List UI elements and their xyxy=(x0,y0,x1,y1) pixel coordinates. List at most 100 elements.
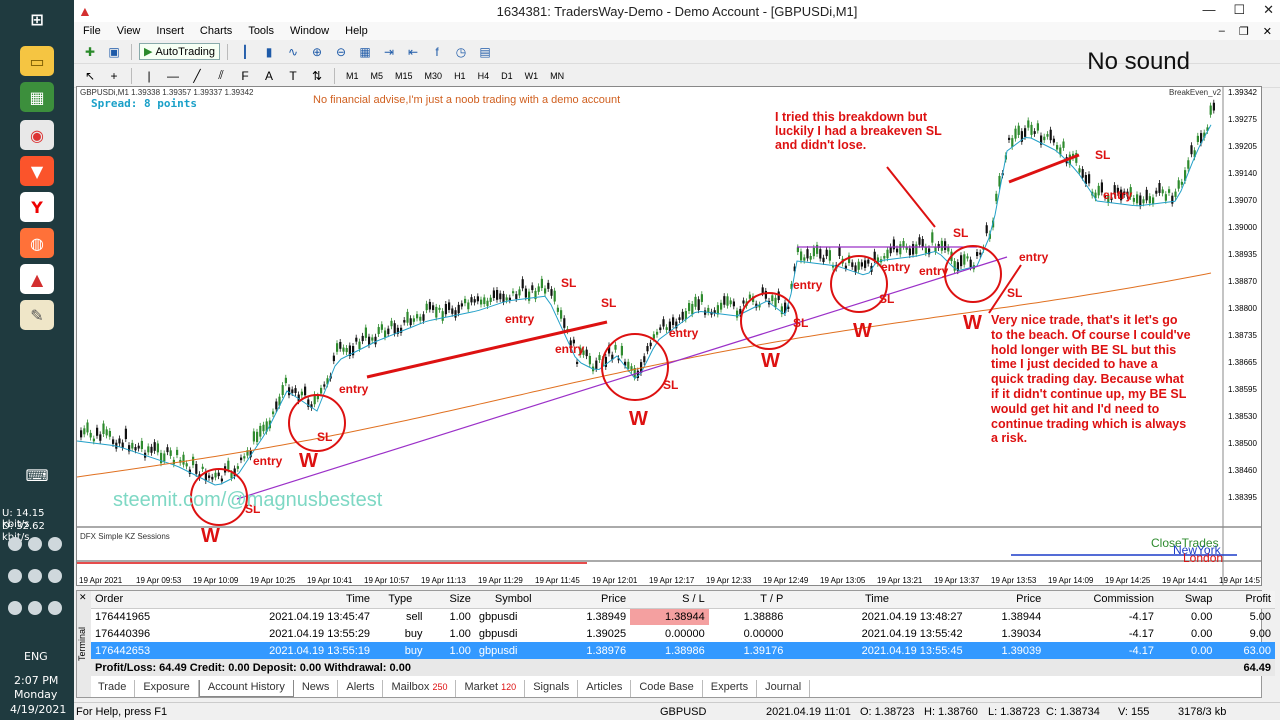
column-header[interactable]: Profit xyxy=(1216,591,1275,609)
firefox-icon[interactable]: ◍ xyxy=(20,228,54,258)
timeframe-h1[interactable]: H1 xyxy=(450,69,470,83)
new-chart-icon[interactable]: ✚ xyxy=(80,43,100,61)
timeframe-d1[interactable]: D1 xyxy=(497,69,517,83)
zoom-in-icon[interactable]: ⊕ xyxy=(307,43,327,61)
profiles-icon[interactable]: ▣ xyxy=(104,43,124,61)
cursor-icon[interactable]: ↖ xyxy=(80,67,100,85)
minimize-icon[interactable]: — xyxy=(1202,2,1215,18)
menu-view[interactable]: View xyxy=(110,25,148,37)
column-header[interactable]: Commission xyxy=(1045,591,1158,609)
column-header[interactable]: Size xyxy=(426,591,475,609)
tray-av-icon[interactable] xyxy=(48,569,62,583)
label-icon[interactable]: T xyxy=(283,67,303,85)
window-minimize-icon[interactable]: – xyxy=(1219,25,1225,37)
indicators-icon[interactable]: f xyxy=(427,43,447,61)
screen: ⊞ ▭ ▦ ◉ ▼ Y ◍ ▲ ✎ ⌨ U: 14.15 kbit/s D: 3… xyxy=(0,0,1280,720)
file-explorer-icon[interactable]: ▭ xyxy=(20,46,54,76)
column-header[interactable]: Price xyxy=(551,591,631,609)
menu-window[interactable]: Window xyxy=(283,25,336,37)
channel-icon[interactable]: ⫽ xyxy=(211,67,231,85)
chart-shift-icon[interactable]: ⇤ xyxy=(403,43,423,61)
window-restore-icon[interactable]: ❐ xyxy=(1239,25,1249,38)
column-header[interactable]: Time xyxy=(787,591,967,609)
tray-cloud-icon[interactable] xyxy=(28,537,42,551)
templates-icon[interactable]: ▤ xyxy=(475,43,495,61)
timeframe-m5[interactable]: M5 xyxy=(367,69,388,83)
column-header[interactable]: Time xyxy=(194,591,375,609)
brave-icon[interactable]: ▼ xyxy=(20,156,54,186)
autoscroll-icon[interactable]: ⇥ xyxy=(379,43,399,61)
column-header[interactable]: T / P xyxy=(708,591,788,609)
autotrading-button[interactable]: ▶ AutoTrading xyxy=(139,43,220,60)
start-icon[interactable]: ⊞ xyxy=(20,4,54,34)
column-header[interactable]: Type xyxy=(374,591,427,609)
tile-windows-icon[interactable]: ▦ xyxy=(355,43,375,61)
periods-icon[interactable]: ◷ xyxy=(451,43,471,61)
column-header[interactable]: Order xyxy=(91,591,195,609)
menu-help[interactable]: Help xyxy=(338,25,375,37)
terminal-tab[interactable]: Market 120 xyxy=(456,680,526,697)
price-chart[interactable]: 1.39342 1.39275 1.39205 1.39140 1.39070 1.390… xyxy=(76,86,1262,586)
candle-body xyxy=(528,291,531,301)
time-tick-label: 19 Apr 12:17 xyxy=(649,576,695,585)
bar-chart-icon[interactable]: ┃ xyxy=(235,43,255,61)
candlestick-icon[interactable]: ▮ xyxy=(259,43,279,61)
line-chart-icon[interactable]: ∿ xyxy=(283,43,303,61)
menu-charts[interactable]: Charts xyxy=(193,25,239,37)
timeframe-m1[interactable]: M1 xyxy=(342,69,363,83)
language-indicator[interactable]: ENG xyxy=(24,650,48,663)
timeframe-mn[interactable]: MN xyxy=(546,69,568,83)
terminal-tab[interactable]: Trade xyxy=(90,680,136,697)
paint-icon[interactable]: ✎ xyxy=(20,300,54,330)
keyboard-icon[interactable]: ⌨ xyxy=(20,464,54,486)
timeframe-h4[interactable]: H4 xyxy=(474,69,494,83)
arrows-icon[interactable]: ⇅ xyxy=(307,67,327,85)
timeframe-w1[interactable]: W1 xyxy=(521,69,543,83)
column-header[interactable]: Swap xyxy=(1157,591,1217,609)
terminal-tab[interactable]: Mailbox 250 xyxy=(383,680,457,697)
tray-battery-icon[interactable] xyxy=(28,601,42,615)
terminal-tab[interactable]: Code Base xyxy=(631,680,703,697)
terminal-tab[interactable]: Journal xyxy=(757,680,811,697)
trendline-icon[interactable]: ╱ xyxy=(187,67,207,85)
terminal-tab[interactable]: Exposure xyxy=(135,680,199,697)
terminal-tab[interactable]: Alerts xyxy=(338,680,384,697)
column-header[interactable]: Price xyxy=(966,591,1046,609)
tray-settings-icon[interactable] xyxy=(8,537,22,551)
clock-time[interactable]: 2:07 PM xyxy=(14,674,58,687)
terminal-tab[interactable]: Articles xyxy=(578,680,632,697)
tray-app-icon[interactable] xyxy=(48,537,62,551)
traderway-icon[interactable]: ▲ xyxy=(20,264,54,294)
menu-file[interactable]: File xyxy=(76,25,108,37)
text-icon[interactable]: A xyxy=(259,67,279,85)
yandex-icon[interactable]: Y xyxy=(20,192,54,222)
history-row[interactable]: 176440396 2021.04.19 13:55:29 buy 1.00 gbpus… xyxy=(91,625,1275,642)
close-icon[interactable]: ✕ xyxy=(1263,2,1274,18)
vertical-line-icon[interactable]: | xyxy=(139,67,159,85)
spreadsheet-icon[interactable]: ▦ xyxy=(20,82,54,112)
history-row[interactable]: 176441965 2021.04.19 13:45:47 sell 1.00 gbpu… xyxy=(91,608,1275,625)
terminal-tab[interactable]: Account History xyxy=(198,680,294,697)
terminal-close-icon[interactable]: ✕ xyxy=(79,592,87,603)
timeframe-m15[interactable]: M15 xyxy=(391,69,417,83)
timeframe-m30[interactable]: M30 xyxy=(421,69,447,83)
tray-skype-icon[interactable] xyxy=(8,601,22,615)
terminal-tab[interactable]: Signals xyxy=(525,680,579,697)
menu-tools[interactable]: Tools xyxy=(241,25,281,37)
horizontal-line-icon[interactable]: — xyxy=(163,67,183,85)
fibonacci-icon[interactable]: F xyxy=(235,67,255,85)
crosshair-icon[interactable]: + xyxy=(104,67,124,85)
tray-mail-icon[interactable] xyxy=(8,569,22,583)
terminal-tab[interactable]: Experts xyxy=(703,680,758,697)
zoom-out-icon[interactable]: ⊖ xyxy=(331,43,351,61)
tray-volume-icon[interactable] xyxy=(48,601,62,615)
window-close-icon[interactable]: ✕ xyxy=(1263,25,1272,38)
terminal-tab[interactable]: News xyxy=(294,680,339,697)
column-header[interactable]: Symbol xyxy=(474,591,552,609)
column-header[interactable]: S / L xyxy=(630,591,709,609)
tray-update-icon[interactable] xyxy=(28,569,42,583)
maximize-icon[interactable]: ☐ xyxy=(1233,2,1245,18)
history-row[interactable]: 176442653 2021.04.19 13:55:19 buy 1.00 gbpus… xyxy=(91,642,1275,659)
menu-insert[interactable]: Insert xyxy=(149,25,191,37)
chrome-icon[interactable]: ◉ xyxy=(20,120,54,150)
